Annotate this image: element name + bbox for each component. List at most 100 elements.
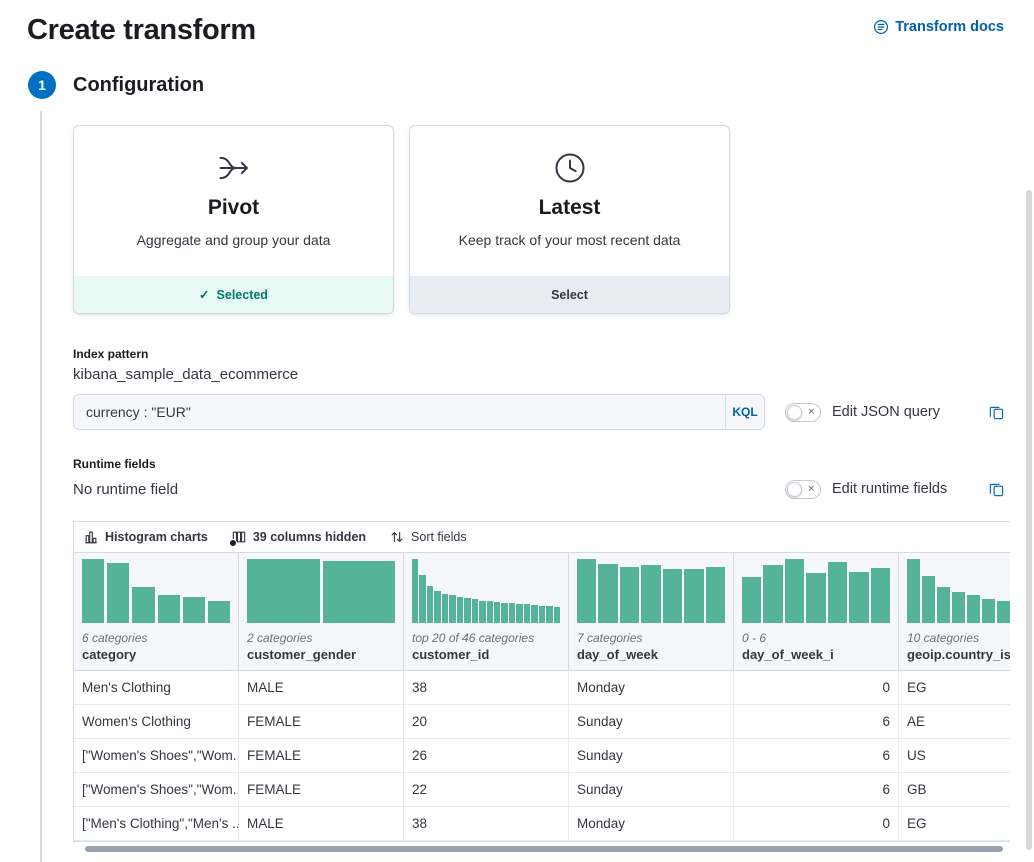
histogram-bar <box>247 559 320 623</box>
cell-geoip.country_iso_[interactable]: US <box>899 739 1010 772</box>
docs-link-label: Transform docs <box>895 19 1004 35</box>
latest-select-button[interactable]: Select <box>410 276 729 313</box>
cell-category[interactable]: ["Women's Shoes","Wom... <box>74 773 239 806</box>
configuration-step-content: Pivot Aggregate and group your data ✓ Se… <box>73 125 1010 842</box>
cell-day_of_week_i[interactable]: 0 <box>734 807 899 840</box>
histogram-bar <box>922 576 935 623</box>
cell-customer_id[interactable]: 38 <box>404 671 569 704</box>
histogram-bar <box>494 602 500 623</box>
cell-category[interactable]: ["Women's Shoes","Wom... <box>74 739 239 772</box>
edit-runtime-fields-toggle[interactable]: ✕ <box>785 480 821 499</box>
column-name: day_of_week <box>577 647 725 662</box>
histogram-bar <box>427 586 433 623</box>
cell-customer_gender[interactable]: FEMALE <box>239 739 404 772</box>
cell-category[interactable]: ["Men's Clothing","Men's ... <box>74 807 239 840</box>
column-histogram <box>247 559 395 623</box>
copy-runtime-fields-button[interactable] <box>989 482 1004 497</box>
cell-geoip.country_iso_[interactable]: EG <box>899 671 1010 704</box>
cell-geoip.country_iso_[interactable]: GB <box>899 773 1010 806</box>
histogram-bar <box>663 569 682 623</box>
pivot-card[interactable]: Pivot Aggregate and group your data ✓ Se… <box>73 125 394 314</box>
pivot-selected-footer[interactable]: ✓ Selected <box>74 276 393 313</box>
cell-day_of_week[interactable]: Monday <box>569 671 734 704</box>
cell-customer_id[interactable]: 22 <box>404 773 569 806</box>
histogram-charts-button[interactable]: Histogram charts <box>84 530 208 544</box>
cell-customer_gender[interactable]: MALE <box>239 807 404 840</box>
cell-day_of_week_i[interactable]: 6 <box>734 773 899 806</box>
histogram-bar <box>539 606 545 623</box>
column-header-customer_gender[interactable]: 2 categoriescustomer_gender <box>239 553 404 670</box>
cell-customer_gender[interactable]: FEMALE <box>239 773 404 806</box>
latest-card-icon-wrap <box>410 149 729 187</box>
column-header-category[interactable]: 6 categoriescategory <box>74 553 239 670</box>
cell-customer_id[interactable]: 20 <box>404 705 569 738</box>
histogram-bar <box>785 559 804 623</box>
latest-card[interactable]: Latest Keep track of your most recent da… <box>409 125 730 314</box>
cell-day_of_week[interactable]: Monday <box>569 807 734 840</box>
histogram-bar <box>742 577 761 623</box>
edit-json-query-toggle[interactable]: ✕ <box>785 403 821 422</box>
sort-fields-button[interactable]: Sort fields <box>390 530 467 544</box>
grid-horizontal-scrollbar[interactable] <box>85 846 1003 852</box>
column-name: customer_gender <box>247 647 395 662</box>
cell-geoip.country_iso_[interactable]: AE <box>899 705 1010 738</box>
histogram-bar <box>158 595 180 623</box>
cell-customer_id[interactable]: 38 <box>404 807 569 840</box>
histogram-bar <box>806 573 825 623</box>
cell-customer_gender[interactable]: MALE <box>239 671 404 704</box>
histogram-bar <box>849 572 868 623</box>
pivot-card-title: Pivot <box>74 196 393 220</box>
cell-day_of_week[interactable]: Sunday <box>569 773 734 806</box>
histogram-bar <box>479 601 485 623</box>
kql-language-button[interactable]: KQL <box>725 395 764 429</box>
edit-runtime-fields-group: ✕ Edit runtime fields <box>785 480 1010 499</box>
histogram-bar <box>706 567 725 623</box>
cell-day_of_week_i[interactable]: 6 <box>734 705 899 738</box>
column-header-day_of_week[interactable]: 7 categoriesday_of_week <box>569 553 734 670</box>
histogram-bar <box>509 603 515 623</box>
search-query-bar[interactable]: currency : "EUR" KQL <box>73 394 765 430</box>
column-name: geoip.country_iso_ <box>907 647 1010 662</box>
cell-customer_id[interactable]: 26 <box>404 739 569 772</box>
cell-day_of_week_i[interactable]: 0 <box>734 671 899 704</box>
step-number-badge: 1 <box>28 71 56 99</box>
histogram-bar <box>997 601 1010 623</box>
columns-hidden-badge <box>229 539 237 547</box>
histogram-bar <box>208 601 230 623</box>
histogram-bar <box>82 559 104 623</box>
step-connector-line <box>40 111 42 862</box>
table-row: ["Men's Clothing","Men's ...MALE38Monday… <box>74 807 1010 841</box>
column-histogram <box>577 559 725 623</box>
histogram-bar <box>472 599 478 623</box>
transform-docs-link[interactable]: Transform docs <box>873 19 1004 35</box>
columns-hidden-label: 39 columns hidden <box>253 530 366 544</box>
column-histogram <box>412 559 560 623</box>
histogram-charts-icon <box>84 530 98 544</box>
toggle-off-icon: ✕ <box>807 484 815 493</box>
histogram-bar <box>546 606 552 623</box>
copy-query-button[interactable] <box>989 405 1004 420</box>
column-header-geoip.country_iso_[interactable]: 10 categories geoip.country_iso_ <box>899 553 1010 670</box>
histogram-bar <box>132 587 154 623</box>
cell-customer_gender[interactable]: FEMALE <box>239 705 404 738</box>
column-meta: 10 categories <box>907 631 1010 645</box>
page-vertical-scrollbar[interactable] <box>1026 190 1032 850</box>
cell-category[interactable]: Men's Clothing <box>74 671 239 704</box>
column-header-customer_id[interactable]: top 20 of 46 categoriescustomer_id <box>404 553 569 670</box>
cell-day_of_week[interactable]: Sunday <box>569 739 734 772</box>
histogram-bar <box>323 561 396 623</box>
column-histogram <box>82 559 230 623</box>
cell-day_of_week_i[interactable]: 6 <box>734 739 899 772</box>
cell-geoip.country_iso_[interactable]: EG <box>899 807 1010 840</box>
toggle-knob <box>787 482 802 497</box>
page-header: Create transform Transform docs <box>0 0 1034 47</box>
columns-hidden-button[interactable]: 39 columns hidden <box>232 530 366 544</box>
histogram-bar <box>952 592 965 623</box>
histogram-bar <box>449 595 455 623</box>
column-header-day_of_week_i[interactable]: 0 - 6day_of_week_i <box>734 553 899 670</box>
cell-day_of_week[interactable]: Sunday <box>569 705 734 738</box>
column-name: customer_id <box>412 647 560 662</box>
query-input[interactable]: currency : "EUR" <box>74 404 725 420</box>
edit-json-query-group: ✕ Edit JSON query <box>785 403 1010 422</box>
cell-category[interactable]: Women's Clothing <box>74 705 239 738</box>
